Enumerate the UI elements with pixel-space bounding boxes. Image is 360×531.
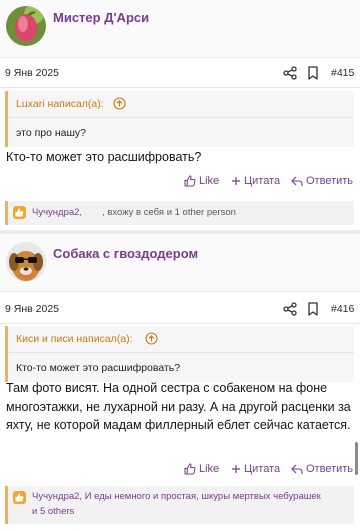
quote-body: Кто-то может это расшифровать? [8,353,354,382]
bookmark-icon[interactable] [307,66,319,80]
like-button[interactable]: Like [184,463,219,475]
quote-text: Кто-то может это расшифровать? [16,362,181,374]
reaction-line-2[interactable]: и 5 others [32,505,74,519]
post-meta: 9 Янв 2025 #415 [0,60,360,88]
post-415: Мистер Д'Арси 9 Янв 2025 #415 Luxari нап… [0,0,360,234]
quote-button[interactable]: Цитата [231,175,280,187]
post-actions: Like Цитата Ответить [0,463,360,483]
post-message: Кто-то может это расшифровать? [6,150,202,164]
thumbs-up-icon [184,463,196,475]
quote-header: Luxari написал(а): [8,91,354,118]
quote-block: Luxari написал(а): это про нашу? [5,91,354,147]
quote-text: это про нашу? [16,127,87,139]
post-user-row: Собака с гвоздодером [0,234,360,292]
scrollbar[interactable] [355,442,358,475]
plus-icon [232,177,240,185]
like-label: Like [199,175,220,187]
post-number[interactable]: #416 [331,303,354,315]
post-actions: Like Цитата Ответить [0,175,360,195]
post-number[interactable]: #415 [331,67,354,79]
quote-button[interactable]: Цитата [231,463,280,475]
post-date[interactable]: 9 Янв 2025 [5,67,59,79]
username[interactable]: Мистер Д'Арси [53,10,149,25]
reactions-bar[interactable]: Чучундра2, , вхожу в себя и 1 other perso… [5,201,354,225]
reply-button[interactable]: Ответить [291,463,353,475]
username[interactable]: Собака с гвоздодером [53,246,198,261]
reply-label: Ответить [306,463,354,475]
share-icon[interactable] [283,66,297,80]
reaction-line-1[interactable]: Чучундра2, И еды немного и простая, шкур… [32,490,350,504]
arrow-up-icon[interactable] [113,97,126,110]
quote-body: это про нашу? [8,118,354,147]
avatar[interactable] [6,242,46,282]
thumbs-up-icon [13,491,26,504]
reactions-bar[interactable]: Чучундра2, И еды немного и простая, шкур… [5,486,354,524]
reaction-rest[interactable]: , вхожу в себя и 1 other person [102,207,236,218]
quote-author[interactable]: Luxari написал(а): [16,98,104,110]
like-button[interactable]: Like [184,175,219,187]
reaction-names[interactable]: Чучундра2, [32,207,82,218]
post-user-row: Мистер Д'Арси [0,0,360,58]
thumbs-up-icon [184,175,196,187]
plus-icon [232,465,240,473]
bookmark-icon[interactable] [307,302,319,316]
avatar[interactable] [6,6,46,46]
quote-label: Цитата [244,175,281,187]
post-416: Собака с гвоздодером 9 Янв 2025 #416 Кис… [0,230,360,531]
reply-icon [291,464,303,474]
reply-label: Ответить [306,175,354,187]
post-date[interactable]: 9 Янв 2025 [5,303,59,315]
share-icon[interactable] [283,302,297,316]
like-label: Like [199,463,220,475]
post-meta: 9 Янв 2025 #416 [0,296,360,324]
quote-block: Киси и писи написал(а): Кто-то может это… [5,326,354,382]
reply-button[interactable]: Ответить [291,175,353,187]
quote-author[interactable]: Киси и писи написал(а): [16,333,133,345]
quote-header: Киси и писи написал(а): [8,326,354,353]
post-message: Там фото висят. На одной сестра с собаке… [6,381,351,432]
quote-label: Цитата [244,463,281,475]
thumbs-up-icon [13,206,26,219]
reply-icon [291,176,303,186]
arrow-up-icon[interactable] [145,332,158,345]
